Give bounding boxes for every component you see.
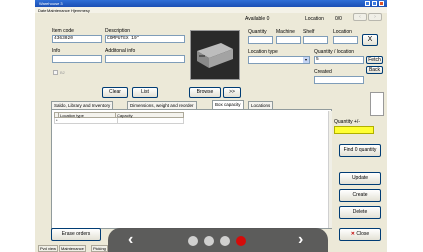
x-button[interactable]: X — [362, 34, 378, 46]
created-label: Created — [314, 69, 332, 75]
machine-label: Machine — [276, 29, 295, 35]
menu-date[interactable]: Date — [38, 8, 46, 13]
tab-dimensions[interactable]: Dimensions, weight and reorder — [127, 101, 197, 109]
status-tab-picking[interactable]: Picking — [91, 245, 108, 252]
close-button[interactable]: ✕ Close — [339, 228, 381, 241]
qty-per-location-label: Quantity / location — [314, 49, 355, 55]
delete-button[interactable]: Delete — [339, 206, 381, 219]
menu-maintenance[interactable]: Maintenance — [47, 8, 70, 13]
update-button[interactable]: Update — [339, 172, 381, 185]
close-window-icon[interactable] — [379, 1, 384, 6]
page-dot-2[interactable] — [204, 236, 214, 246]
computer-case-image — [191, 31, 239, 79]
location-type-label: Location type — [248, 49, 278, 55]
next-record-button[interactable]: >> — [223, 87, 241, 98]
find-zero-quantity-button[interactable]: Find 0 quantity — [339, 144, 381, 157]
shelf-field[interactable] — [303, 36, 328, 44]
location-header-label: Location — [305, 16, 324, 22]
location-type-select[interactable] — [248, 56, 310, 64]
browse-button[interactable]: Browse — [189, 87, 221, 98]
quantity-label: Quantity — [248, 29, 267, 35]
created-field[interactable] — [314, 76, 364, 84]
available-label: Available 0 — [245, 16, 270, 22]
list-button[interactable]: List — [132, 87, 158, 98]
maximize-icon[interactable] — [372, 1, 377, 6]
tab-box-capacity[interactable]: Box capacity — [212, 100, 244, 109]
vertical-scrollbar[interactable] — [328, 111, 332, 228]
next-arrow-icon[interactable]: › — [298, 232, 303, 248]
info-field[interactable] — [52, 55, 102, 63]
tab-locations[interactable]: Locations — [248, 101, 274, 109]
create-button[interactable]: Create — [339, 189, 381, 202]
page-dot-1[interactable] — [188, 236, 198, 246]
grid-divider — [117, 118, 118, 124]
quantity-pm-label: Quantity +/- — [334, 119, 360, 125]
prev-arrow-icon[interactable]: ‹ — [128, 232, 133, 248]
tab-saldo[interactable]: Saldo, Library and Inventory — [51, 101, 114, 109]
minimize-icon[interactable] — [365, 1, 370, 6]
box-capacity-panel: Location type Capacity * — [51, 109, 332, 229]
title-bar: Warehouse 3 — [35, 0, 387, 7]
page-dot-active[interactable] — [236, 236, 246, 246]
new-row-marker: * — [56, 118, 58, 123]
additional-info-field[interactable] — [105, 55, 185, 63]
quantity-image-box — [370, 92, 384, 116]
additional-info-label: Additonal info — [105, 48, 136, 54]
location-field[interactable] — [333, 36, 358, 44]
page-dot-3[interactable] — [220, 236, 230, 246]
info-label: Info — [52, 48, 61, 54]
app-window: Warehouse 3 Date Maintenance Hjemmesy It… — [35, 0, 387, 252]
qty-per-location-field[interactable]: 5 — [314, 56, 364, 64]
b2-checkbox-label: B2 — [60, 70, 65, 75]
quantity-field[interactable] — [248, 36, 273, 44]
table-row[interactable]: * — [54, 118, 184, 124]
media-control-overlay: ‹ › — [108, 228, 328, 252]
item-code-label: Item code — [52, 28, 74, 34]
product-photo — [190, 30, 240, 80]
location-prev-button[interactable]: ‹ — [353, 13, 367, 21]
quantity-pm-field[interactable] — [334, 126, 374, 134]
clear-button[interactable]: Clear — [102, 87, 128, 98]
close-x-icon: ✕ — [350, 231, 355, 237]
menu-bar: Date Maintenance Hjemmesy — [35, 7, 387, 13]
location-field-label: Location — [333, 29, 352, 35]
window-title: Warehouse 3 — [39, 1, 63, 6]
location-next-button[interactable]: › — [368, 13, 382, 21]
status-tab-pvd-view[interactable]: Pvd view — [38, 245, 59, 252]
description-label: Description — [105, 28, 131, 34]
status-tab-maintenance[interactable]: Maintenance — [59, 245, 86, 252]
b2-checkbox[interactable] — [53, 70, 58, 75]
description-field[interactable]: COMPUTEX 19" — [105, 35, 185, 43]
item-code-field[interactable]: 4363020 — [52, 35, 102, 43]
location-count: 0/0 — [335, 16, 342, 22]
shelf-label: Shelf — [303, 29, 315, 35]
chevron-down-icon[interactable]: ▾ — [303, 57, 309, 63]
erase-orders-button[interactable]: Erase orders — [51, 228, 101, 241]
fetch-button[interactable]: Fetch — [366, 56, 383, 64]
machine-field[interactable] — [276, 36, 301, 44]
close-button-label: Close — [356, 231, 370, 237]
menu-hjemmesy[interactable]: Hjemmesy — [71, 8, 90, 13]
back-button[interactable]: Back — [366, 66, 383, 74]
